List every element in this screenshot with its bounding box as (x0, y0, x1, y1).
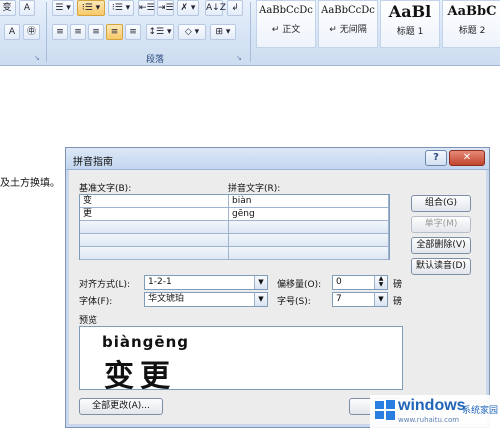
multilevel-list-button[interactable]: ⁝☰ ▾ (108, 0, 134, 16)
combine-button[interactable]: 组合(G) (411, 195, 471, 212)
bullets-button[interactable]: ☰ ▾ (52, 0, 74, 16)
preview-box: biàngēng 变更 (79, 326, 403, 390)
phonetic-guide-dialog: 拼音指南 ? ✕ 基准文字(B): 拼音文字(R): 变 biàn 更 gēng… (65, 147, 490, 428)
style-normal[interactable]: AaBbCcDc ↵ 正文 (256, 0, 316, 48)
show-marks-button[interactable]: ↲ (227, 0, 243, 16)
align-left-button[interactable]: ≡ (52, 24, 68, 40)
base-text-cell-empty (80, 221, 229, 234)
ruby-text-cell[interactable]: biàn (229, 195, 389, 208)
close-button[interactable]: ✕ (449, 150, 485, 166)
style-no-spacing[interactable]: AaBbCcDc ↵ 无间隔 (318, 0, 378, 48)
spin-arrows-icon[interactable]: ▲ ▼ (374, 276, 387, 289)
ribbon-separator (46, 2, 47, 62)
alignment-label: 对齐方式(L): (79, 280, 131, 290)
font-select[interactable]: 华文琥珀 ▼ (144, 292, 268, 307)
offset-spinner[interactable]: 0 ▲ ▼ (332, 275, 388, 290)
distributed-button[interactable]: ≡ (125, 24, 141, 40)
borders-button[interactable]: ⊞ ▾ (210, 24, 236, 40)
paragraph-dialog-launcher-icon[interactable]: ↘ (236, 54, 242, 62)
increase-indent-button[interactable]: ⇥☰ (157, 0, 174, 16)
remove-all-button[interactable]: 全部删除(V) (411, 237, 471, 254)
single-char-button[interactable]: 单字(M) (411, 216, 471, 233)
base-text-label: 基准文字(B): (79, 184, 132, 194)
char-border-button[interactable]: A (19, 0, 35, 16)
base-text-cell[interactable]: 变 (80, 195, 229, 208)
ribbon-separator (250, 2, 251, 62)
shading-button[interactable]: ◇ ▾ (178, 24, 206, 40)
windows-logo-icon (375, 400, 395, 420)
size-label: 字号(S): (277, 297, 311, 307)
dropdown-arrow-icon: ▼ (254, 293, 267, 306)
font-dialog-launcher-icon[interactable]: ↘ (34, 54, 40, 62)
base-text-cell[interactable]: 更 (80, 208, 229, 221)
watermark-brand: windows (398, 397, 466, 414)
dropdown-arrow-icon: ▼ (374, 293, 387, 306)
ruby-text-cell-empty (229, 247, 389, 260)
dialog-title: 拼音指南 (73, 157, 113, 168)
font-label: 字体(F): (79, 297, 113, 307)
base-text-cell-empty (80, 234, 229, 247)
default-reading-button[interactable]: 默认读音(D) (411, 258, 471, 275)
align-center-button[interactable]: ≡ (70, 24, 86, 40)
document-text: 及土方换填。 (0, 178, 60, 189)
style-sample: AaBbCcDc (259, 5, 313, 16)
size-value: 7 (336, 294, 342, 304)
style-heading-1[interactable]: AaBl 标题 1 (380, 0, 440, 48)
style-sample: AaBbC (447, 4, 497, 19)
style-sample: AaBbCcDc (321, 5, 375, 16)
phonetic-grid: 变 biàn 更 gēng (79, 194, 390, 260)
dropdown-arrow-icon: ▼ (254, 276, 267, 289)
justify-button[interactable]: ≡ (106, 24, 123, 40)
alignment-select[interactable]: 1-2-1 ▼ (144, 275, 268, 290)
watermark-url: www.ruhaitu.com (398, 416, 460, 424)
size-select[interactable]: 7 ▼ (332, 292, 388, 307)
sort-button[interactable]: A↓Z (205, 0, 226, 16)
style-heading-2[interactable]: AaBbC 标题 2 (442, 0, 500, 48)
offset-unit: 磅 (393, 280, 403, 290)
ruby-text-label: 拼音文字(R): (228, 184, 281, 194)
watermark-subtitle: 系统家园 (462, 406, 499, 416)
dialog-titlebar[interactable]: 拼音指南 ? ✕ (66, 148, 489, 170)
font-value: 华文琥珀 (148, 294, 185, 304)
preview-pinyin: biàngēng (102, 333, 190, 351)
line-spacing-button[interactable]: ↕☰ ▾ (146, 24, 174, 40)
style-name: ↵ 无间隔 (329, 25, 367, 35)
phonetic-guide-button[interactable]: 变 (0, 0, 16, 16)
style-name: 标题 2 (458, 26, 486, 36)
char-shading-button[interactable]: A (4, 24, 20, 40)
align-right-button[interactable]: ≡ (88, 24, 104, 40)
ruby-text-cell[interactable]: gēng (229, 208, 389, 221)
chinese-layout-button[interactable]: ✗ ▾ (177, 0, 199, 16)
base-text-cell-empty (80, 247, 229, 260)
style-sample: AaBl (388, 2, 432, 21)
preview-label: 预览 (79, 316, 98, 326)
style-name: ↵ 正文 (271, 25, 301, 35)
alignment-value: 1-2-1 (148, 277, 172, 287)
ribbon: 变 A A ㊥ ☰ ▾ ⁝☰ ▾ ⁝☰ ▾ ⇤☰ ⇥☰ ✗ ▾ A↓Z ↲ ≡ … (0, 0, 500, 66)
offset-value: 0 (336, 277, 342, 287)
enclose-char-button[interactable]: ㊥ (23, 24, 40, 40)
ruby-text-cell-empty (229, 221, 389, 234)
help-button[interactable]: ? (425, 150, 447, 166)
decrease-indent-button[interactable]: ⇤☰ (138, 0, 155, 16)
watermark: windows 系统家园 www.ruhaitu.com (370, 395, 500, 428)
style-name: 标题 1 (396, 27, 424, 37)
offset-label: 偏移量(O): (277, 280, 322, 290)
paragraph-group-label: 段落 (145, 55, 164, 65)
change-all-button[interactable]: 全部更改(A)... (79, 398, 163, 415)
numbering-button[interactable]: ⁝☰ ▾ (77, 0, 105, 16)
ruby-text-cell-empty (229, 234, 389, 247)
size-unit: 磅 (393, 297, 403, 307)
preview-text: 变更 (104, 359, 176, 390)
